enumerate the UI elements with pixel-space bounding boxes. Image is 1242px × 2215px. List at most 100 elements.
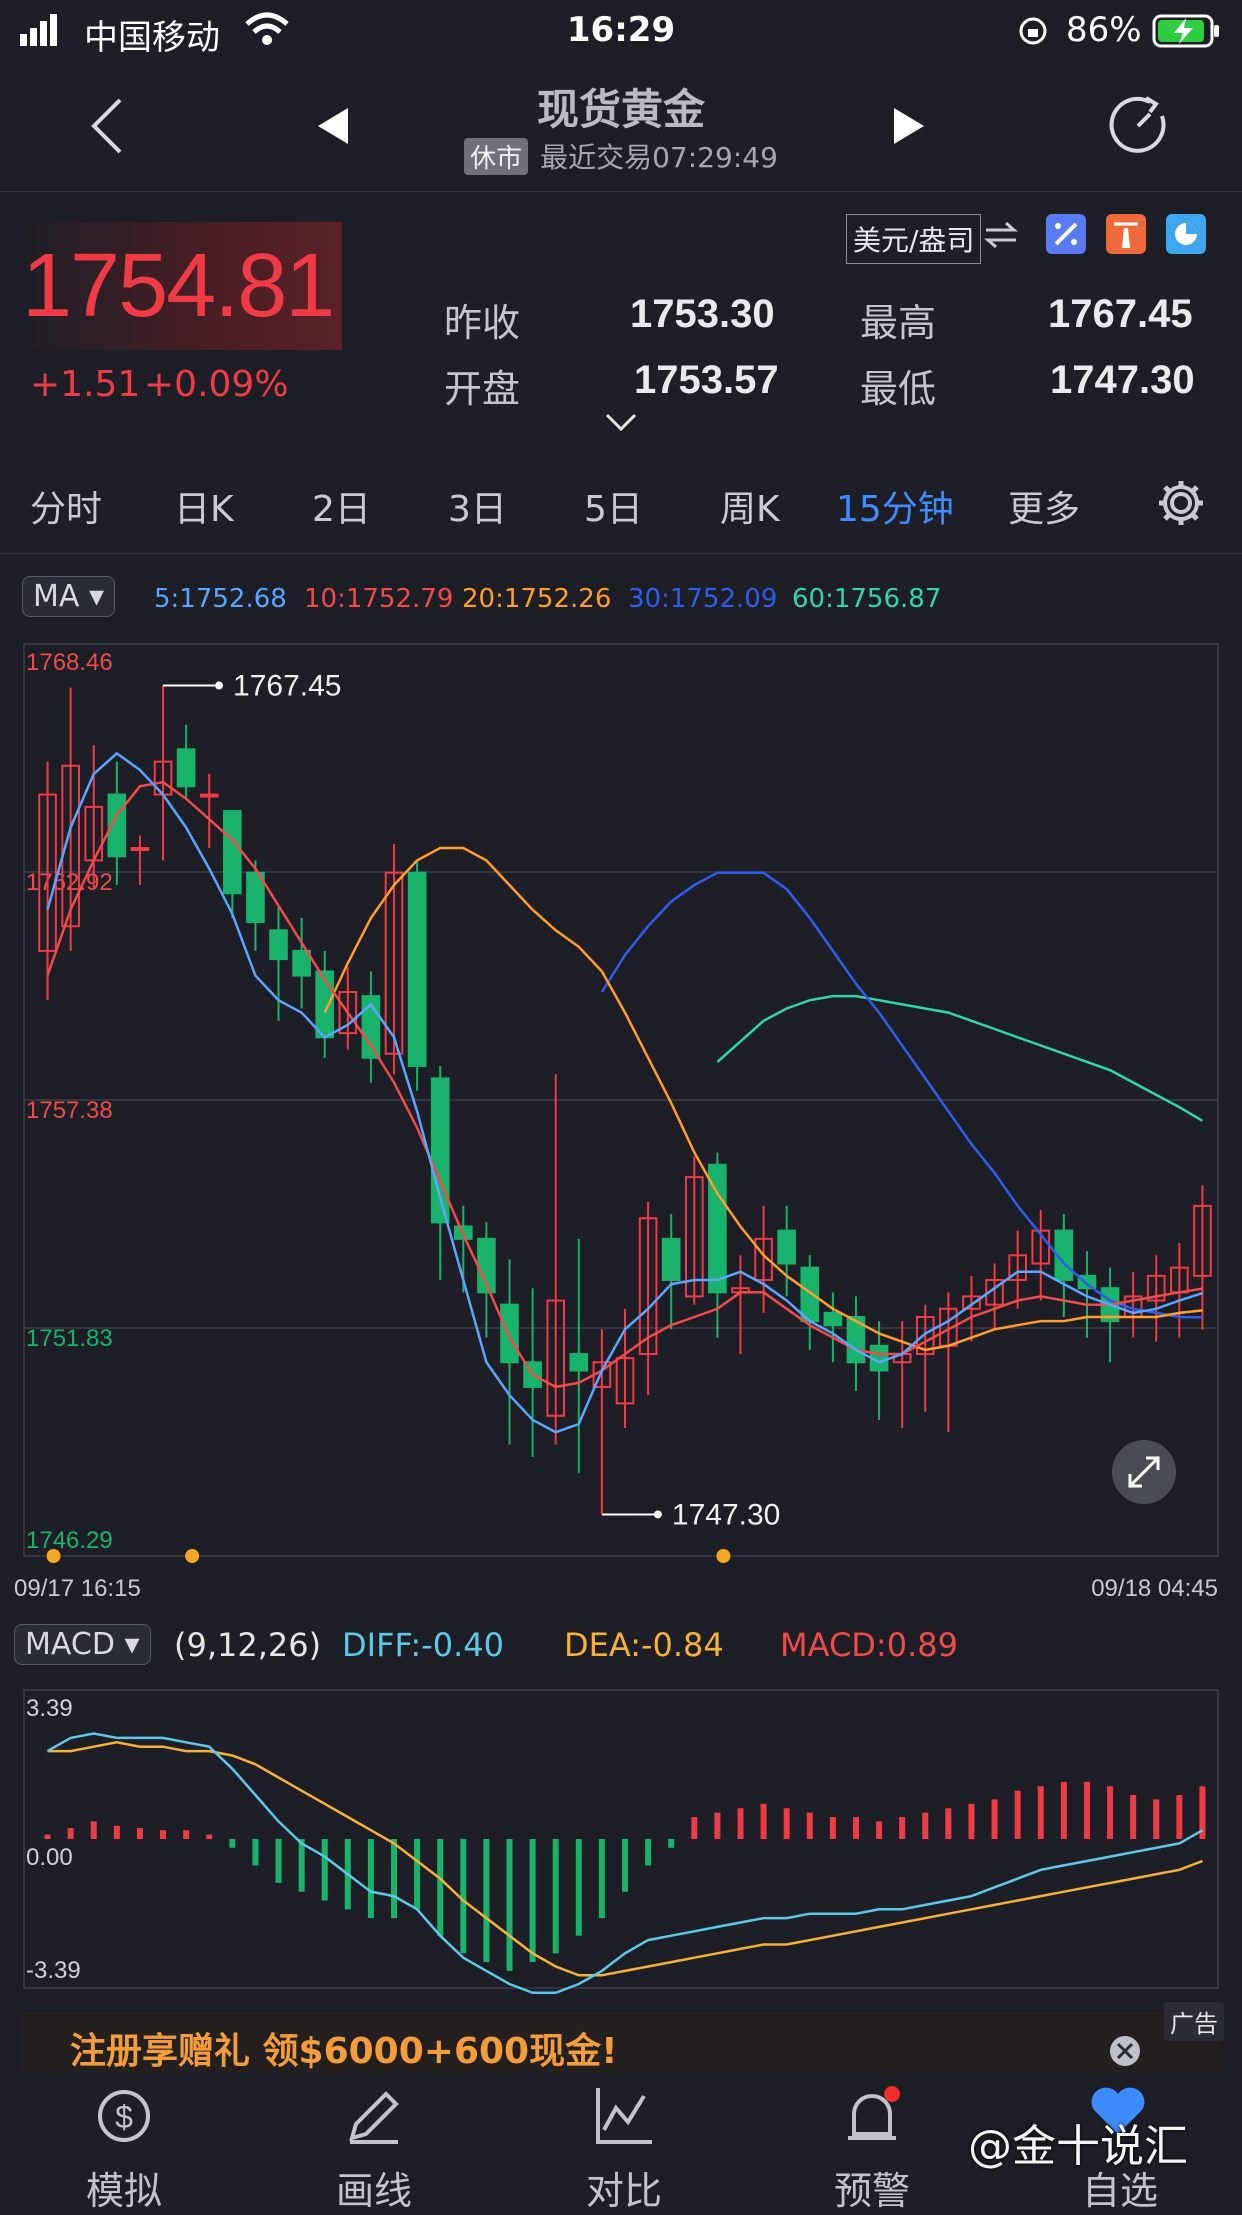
candle-body [661, 1237, 681, 1281]
swap-icon[interactable] [984, 220, 1018, 250]
macd-bar [783, 1808, 790, 1839]
macd-bar [160, 1830, 167, 1839]
page-title: 现货黄金 [536, 85, 705, 134]
ma5-value: 5:1752.68 [154, 584, 287, 614]
candle-body [199, 793, 219, 798]
macd-bar [876, 1821, 883, 1839]
settings-gear-icon[interactable] [1156, 478, 1206, 528]
market-status-line: 休市 最近交易07:29:49 [0, 136, 1242, 176]
macd-bar [183, 1830, 190, 1839]
candle-body [292, 949, 311, 977]
ma10-line [46, 780, 1203, 1389]
alert-bell-icon[interactable] [840, 2084, 904, 2148]
macd-bar [437, 1839, 444, 1936]
period-tabs: 分时 日K 2日 3日 5日 周K 15分钟 更多 [0, 458, 1242, 554]
candlestick-chart[interactable]: 1768.461762.921757.381751.831746.291767.… [0, 640, 1242, 1600]
candle-body [500, 1303, 519, 1364]
candle-body [823, 1311, 843, 1327]
macd-bar [206, 1834, 213, 1839]
price-change-pct: +0.09% [144, 364, 289, 405]
y-axis-label: 1768.46 [26, 649, 113, 676]
macd-bar [668, 1839, 675, 1848]
fullscreen-icon[interactable] [1112, 1440, 1176, 1504]
macd-bar [44, 1834, 51, 1839]
ma60-value: 60:1756.87 [792, 584, 942, 614]
tab-daily-k[interactable]: 日K [174, 480, 234, 532]
macd-badge-label: MACD [25, 1627, 115, 1662]
draw-line-pen-icon[interactable] [342, 2084, 406, 2148]
last-price: 1754.81 [22, 222, 342, 350]
clock: 16:29 [566, 10, 676, 50]
macd-y-label: -3.39 [26, 1957, 81, 1984]
open-value: 1753.57 [634, 358, 779, 402]
macd-bar [622, 1839, 628, 1892]
macd-bar [1014, 1790, 1021, 1839]
macd-bar [922, 1812, 929, 1839]
ma30-line [600, 871, 1203, 1319]
macd-bar [1176, 1795, 1183, 1839]
battery-percent: 86% [1066, 10, 1142, 50]
nav-compare[interactable]: 对比 [564, 2160, 684, 2215]
macd-bar [90, 1821, 97, 1839]
macd-bar [968, 1803, 975, 1839]
macd-y-label: 3.39 [26, 1695, 73, 1722]
macd-bar [991, 1799, 998, 1839]
pie-chart-icon[interactable] [1166, 214, 1206, 254]
nav-simulate[interactable]: 模拟 [64, 2160, 184, 2215]
tab-15min[interactable]: 15分钟 [836, 480, 954, 532]
y-axis-label: 1746.29 [26, 1527, 113, 1554]
x-axis-end-label: 09/18 04:45 [1091, 1575, 1218, 1600]
low-marker-dot [653, 1510, 662, 1519]
macd-indicator-select[interactable]: MACD ▾ [14, 1624, 151, 1665]
ma-indicator-select[interactable]: MA ▾ [22, 576, 116, 617]
high-marker-label: 1767.45 [233, 670, 341, 703]
refresh-icon[interactable] [1106, 94, 1170, 158]
candle-body [176, 748, 196, 788]
y-axis-label: 1757.38 [26, 1097, 113, 1124]
nav-draw-line[interactable]: 画线 [314, 2160, 434, 2215]
macd-bar [945, 1808, 952, 1839]
macd-bar [460, 1839, 467, 1954]
svg-text:$: $ [115, 2099, 133, 2135]
macd-bar [321, 1839, 328, 1901]
low-label: 最低 [860, 367, 937, 411]
macd-bar [1153, 1799, 1160, 1839]
event-dot [716, 1549, 731, 1563]
tab-more[interactable]: 更多 [1008, 480, 1080, 532]
tab-2day[interactable]: 2日 [312, 480, 371, 532]
next-instrument-icon[interactable] [892, 106, 926, 146]
macd-bar [483, 1839, 490, 1963]
simulate-dollar-icon[interactable]: $ [92, 2084, 156, 2148]
ad-close-icon[interactable] [1108, 2034, 1142, 2068]
expand-quote-chevron-icon[interactable] [604, 412, 638, 434]
lighthouse-icon[interactable] [1106, 214, 1146, 254]
price-change: +1.51 [30, 364, 141, 405]
macd-bar [899, 1817, 906, 1839]
tab-intraday[interactable]: 分时 [30, 480, 102, 532]
compare-chart-icon[interactable] [592, 2084, 656, 2148]
currency-unit-button[interactable]: 美元/盎司 [846, 214, 982, 264]
ma20-value: 20:1752.26 [462, 584, 612, 614]
event-dot [46, 1549, 61, 1563]
macd-value: MACD:0.89 [780, 1626, 958, 1664]
tab-3day[interactable]: 3日 [448, 480, 507, 532]
macd-bar [852, 1817, 859, 1839]
tab-5day[interactable]: 5日 [584, 480, 643, 532]
macd-bar [691, 1817, 698, 1839]
macd-bar [414, 1839, 421, 1910]
nav-alert[interactable]: 预警 [812, 2160, 932, 2215]
ma5-line [46, 751, 1203, 1434]
macd-bar [645, 1839, 652, 1866]
macd-bar [714, 1812, 721, 1839]
macd-bar [252, 1839, 259, 1866]
candle-body [269, 929, 288, 961]
macd-bar [113, 1825, 120, 1839]
macd-bar [1083, 1781, 1090, 1839]
bottom-toolbar: $ 模拟 画线 对比 预警 自选 @金十说汇 [0, 2072, 1242, 2213]
nav-bar: 现货黄金 休市 最近交易07:29:49 [0, 64, 1242, 192]
tab-weekly-k[interactable]: 周K [720, 480, 780, 532]
calculator-icon[interactable] [1046, 214, 1086, 254]
ma-badge-label: MA [33, 579, 80, 614]
macd-chart[interactable]: 3.39 0.00 -3.39 [0, 1686, 1242, 1996]
ma60-line [716, 994, 1204, 1122]
